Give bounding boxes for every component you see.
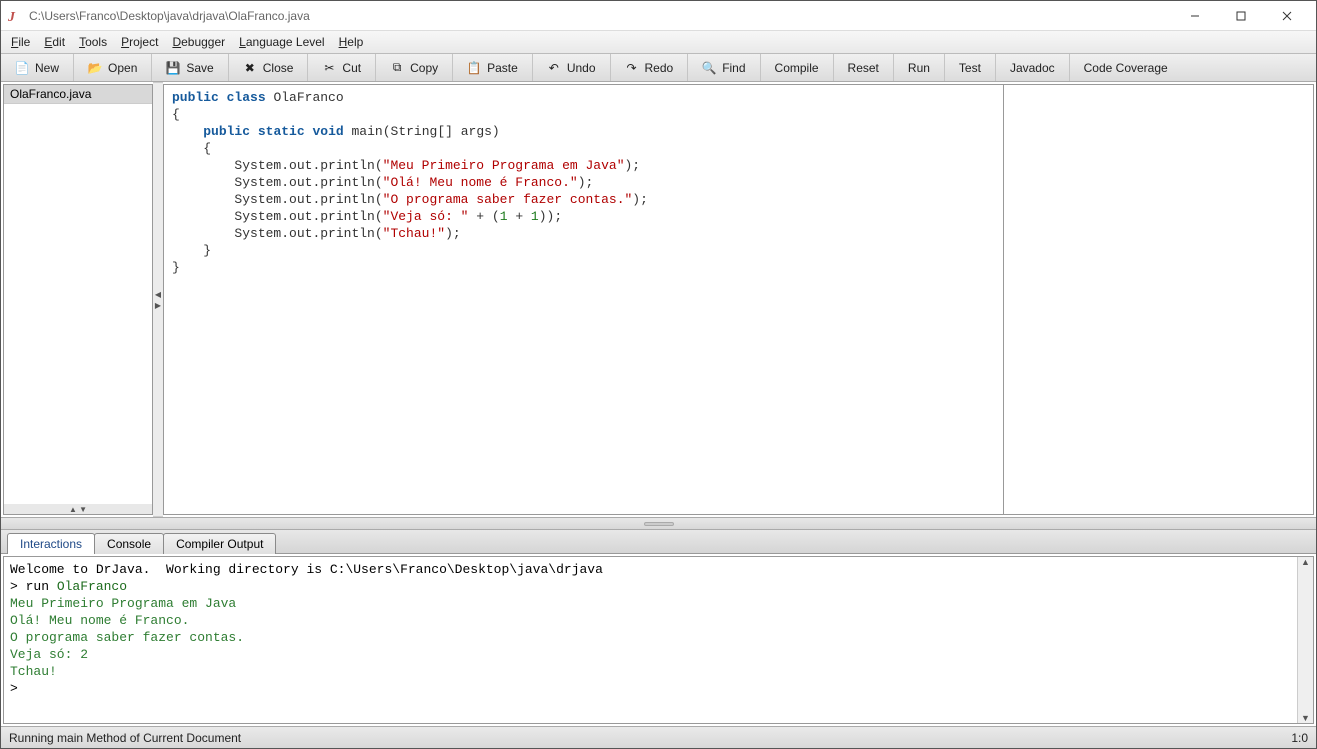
- out-line-5: Tchau!: [10, 664, 57, 679]
- splitter-handle-icon: [644, 522, 674, 526]
- interactions-pane: Welcome to DrJava. Working directory is …: [3, 556, 1314, 724]
- file-list-pane: OlaFranco.java ▲ ▼: [3, 84, 153, 515]
- editor-right-gutter: [1004, 84, 1314, 515]
- menu-tools[interactable]: Tools: [73, 33, 113, 51]
- app-window: J C:\Users\Franco\Desktop\java\drjava\Ol…: [0, 0, 1317, 749]
- scroll-up-icon: ▲: [1301, 557, 1310, 567]
- console-prompt: >: [10, 579, 26, 594]
- console-welcome: Welcome to DrJava. Working directory is …: [10, 562, 603, 577]
- compile-button[interactable]: Compile: [761, 54, 834, 81]
- redo-icon: ↷: [625, 61, 639, 75]
- reset-label: Reset: [848, 61, 879, 75]
- editor-wrap: public class OlaFranco { public static v…: [163, 84, 1314, 515]
- close-button[interactable]: [1264, 1, 1310, 31]
- new-button[interactable]: 📄 New: [1, 54, 74, 81]
- console-prompt-2: >: [10, 681, 26, 696]
- statusbar: Running main Method of Current Document …: [1, 726, 1316, 748]
- cut-button[interactable]: ✂ Cut: [308, 54, 376, 81]
- out-line-3: O programa saber fazer contas.: [10, 630, 244, 645]
- splitter-right-icon: ▶: [155, 301, 161, 310]
- paste-label: Paste: [487, 61, 518, 75]
- coverage-label: Code Coverage: [1084, 61, 1168, 75]
- redo-button[interactable]: ↷ Redo: [611, 54, 689, 81]
- out-line-2: Olá! Meu nome é Franco.: [10, 613, 189, 628]
- out-line-1: Meu Primeiro Programa em Java: [10, 596, 236, 611]
- copy-label: Copy: [410, 61, 438, 75]
- reset-button[interactable]: Reset: [834, 54, 894, 81]
- splitter-left-icon: ◀: [155, 290, 161, 299]
- menu-debugger[interactable]: Debugger: [166, 33, 231, 51]
- javadoc-label: Javadoc: [1010, 61, 1055, 75]
- toolbar: 📄 New 📂 Open 💾 Save ✖ Close ✂ Cut ⧉ Copy 📋 Past…: [1, 54, 1316, 82]
- run-label: Run: [908, 61, 930, 75]
- code-editor[interactable]: public class OlaFranco { public static v…: [163, 84, 1004, 515]
- menu-file[interactable]: File: [5, 33, 36, 51]
- interactions-text[interactable]: Welcome to DrJava. Working directory is …: [4, 557, 1297, 723]
- new-label: New: [35, 61, 59, 75]
- save-button[interactable]: 💾 Save: [152, 54, 228, 81]
- horizontal-splitter[interactable]: [1, 518, 1316, 530]
- titlebar: J C:\Users\Franco\Desktop\java\drjava\Ol…: [1, 1, 1316, 31]
- open-icon: 📂: [88, 61, 102, 75]
- test-label: Test: [959, 61, 981, 75]
- bottom-tabs: Interactions Console Compiler Output: [1, 530, 1316, 554]
- window-title: C:\Users\Franco\Desktop\java\drjava\OlaF…: [29, 9, 1172, 23]
- find-label: Find: [722, 61, 745, 75]
- menu-project[interactable]: Project: [115, 33, 164, 51]
- main-split: OlaFranco.java ▲ ▼ ◀▶ public class OlaFr…: [1, 82, 1316, 518]
- paste-button[interactable]: 📋 Paste: [453, 54, 533, 81]
- undo-label: Undo: [567, 61, 596, 75]
- copy-icon: ⧉: [390, 61, 404, 75]
- close-label: Close: [263, 61, 294, 75]
- app-icon: J: [7, 8, 23, 24]
- tab-compiler-output[interactable]: Compiler Output: [163, 533, 276, 554]
- save-label: Save: [186, 61, 213, 75]
- window-buttons: [1172, 1, 1310, 31]
- menu-edit[interactable]: Edit: [38, 33, 71, 51]
- vertical-splitter[interactable]: ◀▶: [153, 82, 163, 517]
- status-message: Running main Method of Current Document: [9, 731, 241, 745]
- file-list-collapse[interactable]: ▲ ▼: [4, 504, 152, 514]
- cut-icon: ✂: [322, 61, 336, 75]
- copy-button[interactable]: ⧉ Copy: [376, 54, 453, 81]
- compile-label: Compile: [775, 61, 819, 75]
- close-button-file[interactable]: ✖ Close: [229, 54, 309, 81]
- out-line-4: Veja só: 2: [10, 647, 88, 662]
- file-list[interactable]: OlaFranco.java: [4, 85, 152, 504]
- tab-interactions[interactable]: Interactions: [7, 533, 95, 554]
- scroll-down-icon: ▼: [1301, 713, 1310, 723]
- file-item-olafranco[interactable]: OlaFranco.java: [4, 85, 152, 104]
- close-file-icon: ✖: [243, 61, 257, 75]
- svg-text:J: J: [7, 10, 16, 24]
- run-button[interactable]: Run: [894, 54, 945, 81]
- cursor-position: 1:0: [1291, 731, 1308, 745]
- undo-button[interactable]: ↶ Undo: [533, 54, 611, 81]
- save-icon: 💾: [166, 61, 180, 75]
- undo-icon: ↶: [547, 61, 561, 75]
- test-button[interactable]: Test: [945, 54, 996, 81]
- redo-label: Redo: [645, 61, 674, 75]
- open-label: Open: [108, 61, 137, 75]
- find-button[interactable]: 🔍 Find: [688, 54, 760, 81]
- tab-console[interactable]: Console: [94, 533, 164, 554]
- coverage-button[interactable]: Code Coverage: [1070, 54, 1182, 81]
- menu-language-level[interactable]: Language Level: [233, 33, 330, 51]
- maximize-button[interactable]: [1218, 1, 1264, 31]
- cut-label: Cut: [342, 61, 361, 75]
- new-icon: 📄: [15, 61, 29, 75]
- menu-help[interactable]: Help: [333, 33, 370, 51]
- paste-icon: 📋: [467, 61, 481, 75]
- javadoc-button[interactable]: Javadoc: [996, 54, 1070, 81]
- console-scrollbar[interactable]: ▲▼: [1297, 557, 1313, 723]
- menubar: File Edit Tools Project Debugger Languag…: [1, 31, 1316, 54]
- find-icon: 🔍: [702, 61, 716, 75]
- open-button[interactable]: 📂 Open: [74, 54, 152, 81]
- minimize-button[interactable]: [1172, 1, 1218, 31]
